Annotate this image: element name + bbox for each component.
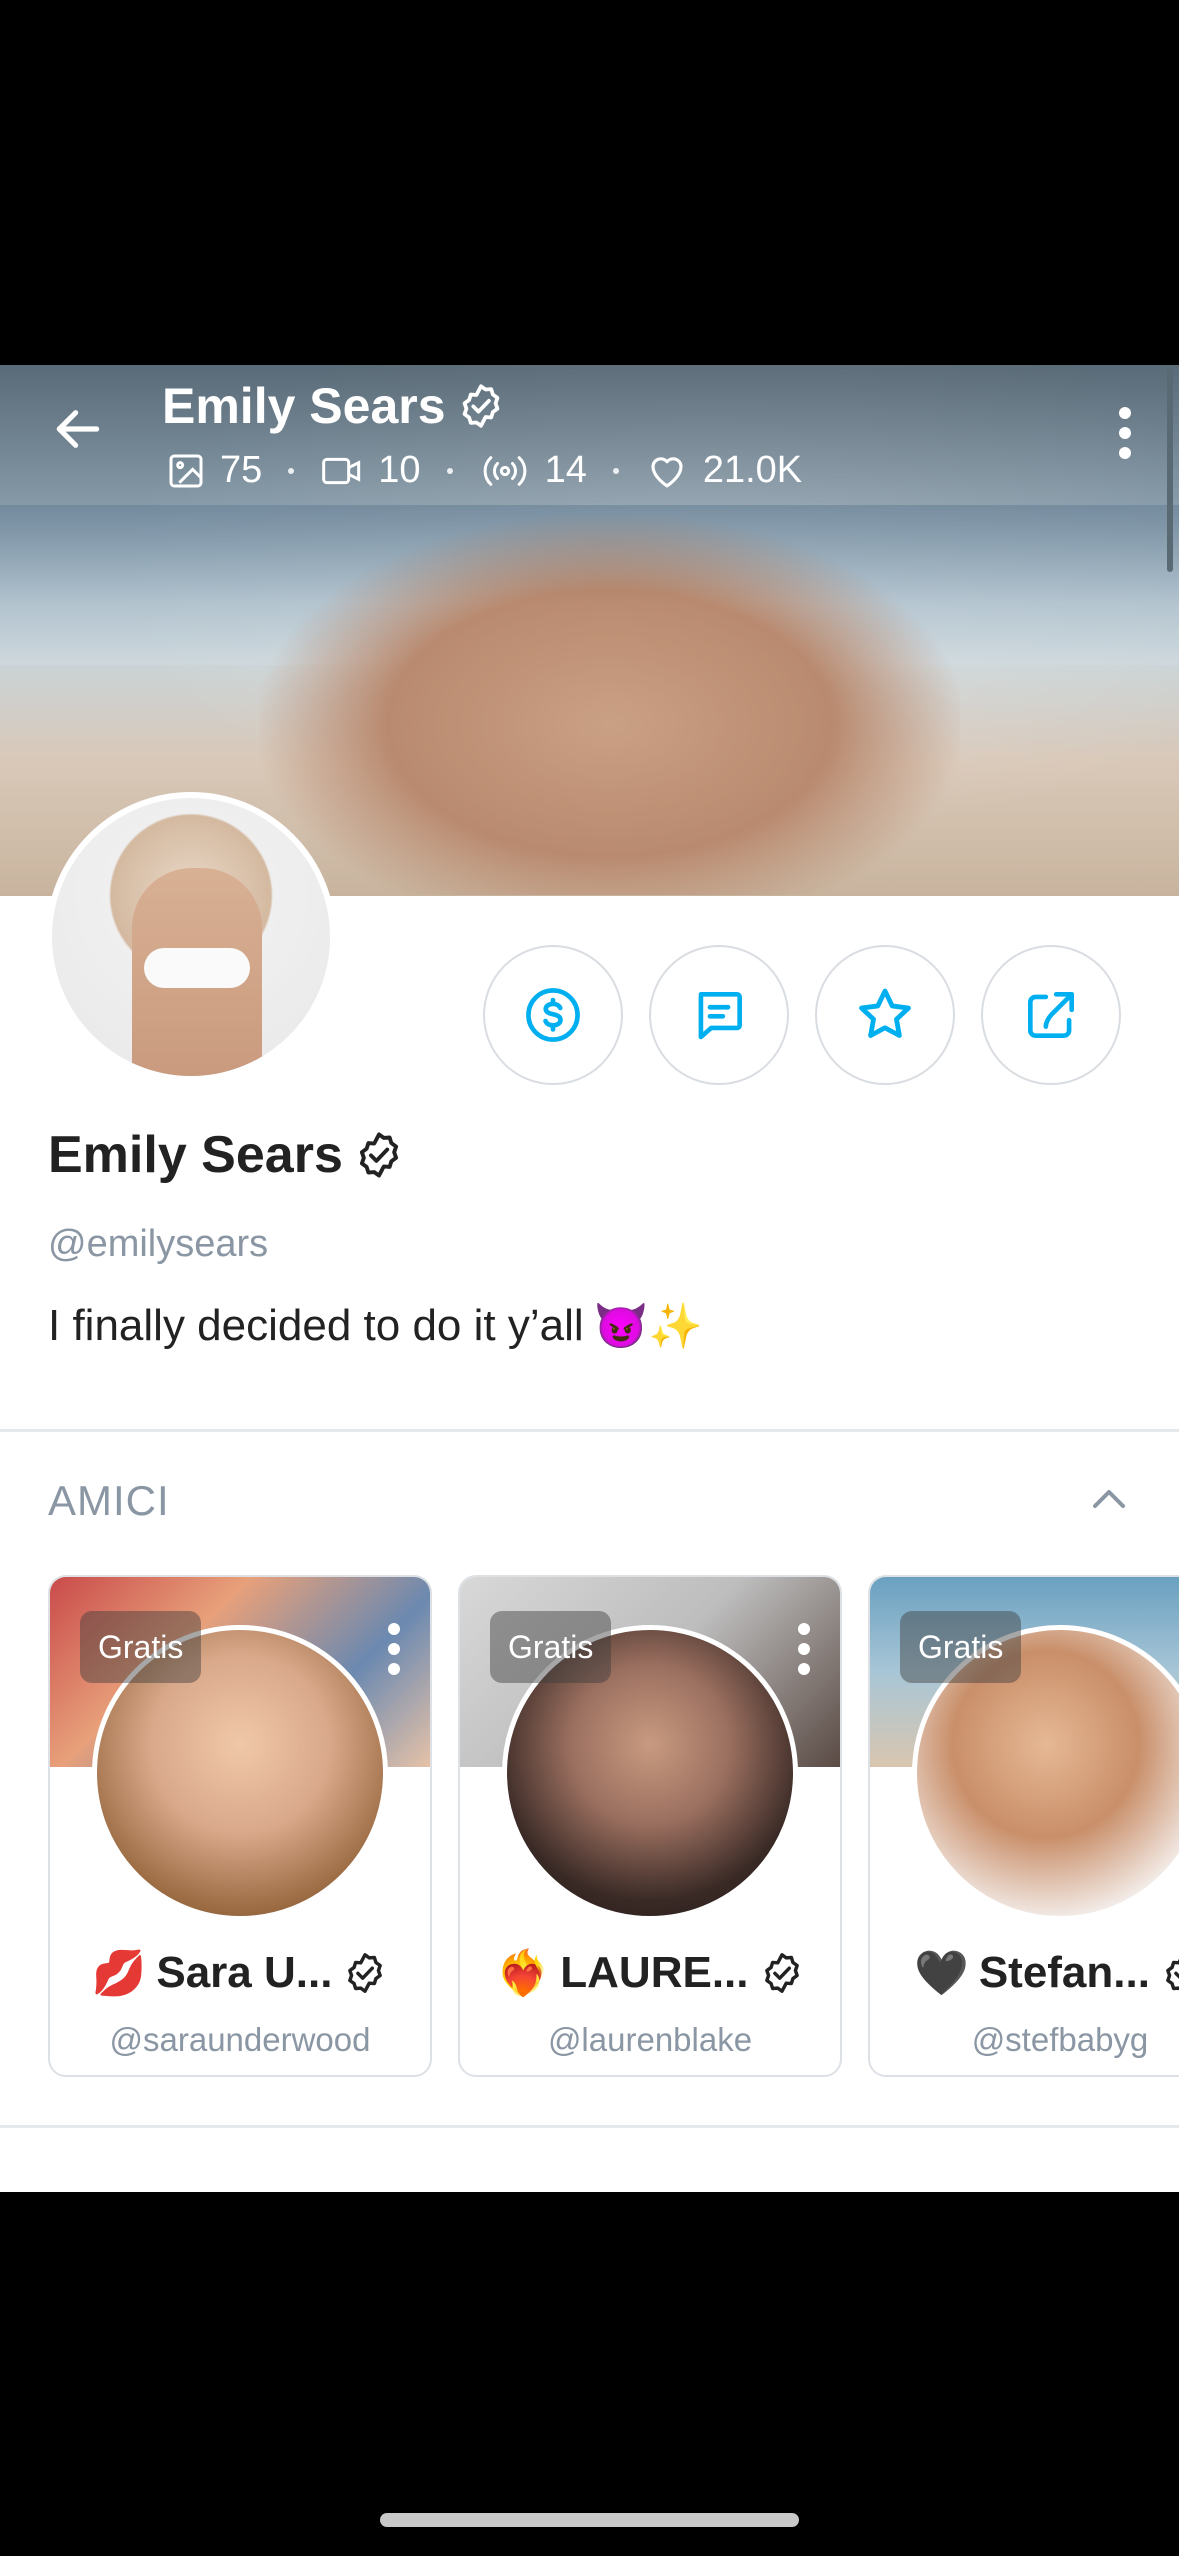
avatar[interactable] [46,792,336,1082]
arrow-left-icon [56,410,100,448]
free-badge: Gratis [900,1611,1022,1683]
tip-button[interactable] [483,945,623,1085]
stat-likes-value: 21.0K [702,449,803,491]
stat-streams-value: 14 [544,449,587,491]
free-badge: Gratis [80,1611,202,1683]
header-stats: 75 10 14 21.0K [166,449,802,492]
profile-actions [483,945,1121,1085]
profile-handle: @emilysears [48,1223,269,1265]
friend-name: 💋 Sara U... [50,1947,430,1999]
scrollbar[interactable] [1167,367,1173,572]
chat-icon [698,992,742,1040]
collapse-section-button[interactable] [1079,1470,1139,1530]
more-vertical-icon [1119,407,1131,459]
image-icon [169,454,203,487]
friend-name-text: Sara U... [156,1948,333,1997]
friends-carousel[interactable]: Gratis 💋 Sara U... @saraunderwood Gratis… [48,1575,1179,2077]
header-title: Emily Sears [162,377,506,435]
header-title-text: Emily Sears [162,378,446,434]
divider [0,2125,1179,2128]
stat-videos-value: 10 [378,449,421,491]
friend-name-text: Stefan... [978,1948,1150,1997]
chevron-up-icon [1093,1490,1125,1508]
friend-name: 🖤 Stefan... [870,1947,1179,1999]
stat-streams: 14 [479,449,587,492]
more-menu-button[interactable] [1095,393,1155,473]
friend-card[interactable]: Gratis ❤️‍🔥 LAURE... @laurenblake [458,1575,842,2077]
friend-emoji: ❤️‍🔥 [495,1949,551,1998]
more-vertical-icon[interactable] [384,1621,404,1677]
friend-emoji: 🖤 [914,1949,969,1998]
video-icon [322,457,361,484]
friend-handle: @laurenblake [547,2021,753,2058]
verified-icon [359,1132,398,1178]
share-button[interactable] [981,945,1121,1085]
friends-section-title: AMICI [48,1477,170,1524]
heart-icon [651,456,683,487]
verified-icon [462,384,499,428]
friend-emoji: 💋 [91,1949,147,1998]
broadcast-icon [483,455,526,486]
friend-name: ❤️‍🔥 LAURE... [460,1947,840,1999]
divider [0,1429,1179,1432]
profile-name-text: Emily Sears [48,1126,343,1184]
verified-icon [1166,1958,1179,1991]
stat-photos-value: 75 [220,449,263,491]
friend-name-text: LAURE... [560,1948,749,1997]
share-icon [1028,992,1074,1038]
home-indicator[interactable] [380,2513,799,2527]
stat-videos: 10 [320,449,421,492]
dollar-icon [526,988,580,1042]
profile-bio-text: I finally decided to do it y’all [48,1301,584,1350]
profile-bio: I finally decided to do it y’all 😈✨ [48,1300,703,1352]
friend-card[interactable]: Gratis 💋 Sara U... @saraunderwood [48,1575,432,2077]
friend-card[interactable]: Gratis 🖤 Stefan... @stefbabyg [868,1575,1179,2077]
stat-photos: 75 [166,449,262,492]
stat-likes: 21.0K [645,449,802,492]
bio-emojis: 😈✨ [593,1302,704,1351]
message-button[interactable] [649,945,789,1085]
verified-icon [348,1953,383,1993]
profile-screen: Emily Sears 75 10 14 21.0K Emily Sears @… [0,365,1179,2192]
back-button[interactable] [42,393,114,465]
friend-handle: @stefbabyg [971,2021,1149,2058]
profile-name: Emily Sears [48,1125,405,1185]
friend-handle: @saraunderwood [109,2021,371,2058]
free-badge: Gratis [490,1611,612,1683]
favorite-button[interactable] [815,945,955,1085]
more-vertical-icon[interactable] [794,1621,814,1677]
verified-icon [764,1953,799,1993]
star-icon [859,988,911,1038]
